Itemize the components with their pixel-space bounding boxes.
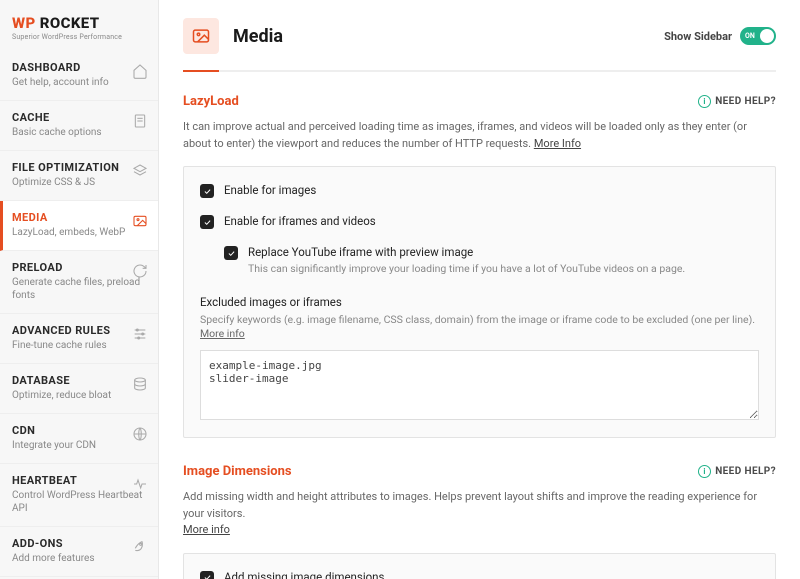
sidebar-item-media[interactable]: MEDIA LazyLoad, embeds, WebP	[0, 201, 158, 251]
more-info-link[interactable]: More info	[183, 523, 230, 536]
logo-tagline: Superior WordPress Performance	[12, 33, 146, 41]
checkbox-enable-iframes[interactable]	[200, 215, 214, 229]
sidebar-nav: DASHBOARD Get help, account info CACHE B…	[0, 51, 158, 579]
imgdim-description: Add missing width and height attributes …	[183, 489, 776, 539]
need-help-link[interactable]: i NEED HELP?	[698, 465, 776, 478]
sidebar-item-dashboard[interactable]: DASHBOARD Get help, account info	[0, 51, 158, 101]
need-help-link[interactable]: i NEED HELP?	[698, 95, 776, 108]
sidebar-item-preload[interactable]: PRELOAD Generate cache files, preload fo…	[0, 251, 158, 314]
page-title: Media	[233, 26, 664, 47]
help-icon: i	[698, 95, 711, 108]
checkbox-enable-images[interactable]	[200, 184, 214, 198]
checkbox-label: Replace YouTube iframe with preview imag…	[248, 245, 685, 259]
lazyload-panel: Enable for images Enable for iframes and…	[183, 166, 776, 438]
show-sidebar-toggle[interactable]: ON	[740, 27, 776, 45]
heartbeat-icon	[132, 476, 148, 492]
sidebar-item-database[interactable]: DATABASE Optimize, reduce bloat	[0, 364, 158, 414]
sliders-icon	[132, 326, 148, 342]
checkbox-label: Enable for iframes and videos	[224, 214, 376, 228]
checkbox-sublabel: This can significantly improve your load…	[248, 262, 685, 277]
checkbox-label: Add missing image dimensions	[224, 570, 384, 579]
imgdim-panel: Add missing image dimensions	[183, 553, 776, 579]
section-title-image-dimensions: Image Dimensions	[183, 464, 698, 479]
sidebar-item-addons[interactable]: ADD-ONS Add more features	[0, 527, 158, 577]
sidebar-item-advanced-rules[interactable]: ADVANCED RULES Fine-tune cache rules	[0, 314, 158, 364]
excluded-textarea[interactable]	[200, 350, 759, 420]
excluded-desc: Specify keywords (e.g. image filename, C…	[200, 313, 759, 342]
rocket-icon	[132, 539, 148, 555]
page-header: Media Show Sidebar ON	[159, 0, 800, 54]
file-icon	[132, 113, 148, 129]
checkbox-youtube-preview[interactable]	[224, 246, 238, 260]
sidebar-item-heartbeat[interactable]: HEARTBEAT Control WordPress Heartbeat AP…	[0, 464, 158, 527]
database-icon	[132, 376, 148, 392]
checkbox-add-dimensions[interactable]	[200, 571, 214, 579]
sidebar-item-cdn[interactable]: CDN Integrate your CDN	[0, 414, 158, 464]
sidebar: WP ROCKET Superior WordPress Performance…	[0, 0, 159, 579]
excluded-label: Excluded images or iframes	[200, 295, 759, 309]
more-info-link[interactable]: More Info	[534, 137, 581, 150]
more-info-link[interactable]: More info	[200, 327, 245, 340]
tab-indicator	[183, 70, 776, 72]
help-icon: i	[698, 465, 711, 478]
image-icon	[132, 213, 148, 229]
logo: WP ROCKET Superior WordPress Performance	[0, 0, 158, 51]
refresh-icon	[132, 263, 148, 279]
media-header-icon	[183, 18, 219, 54]
globe-icon	[132, 426, 148, 442]
home-icon	[132, 63, 148, 79]
show-sidebar-label: Show Sidebar	[664, 30, 732, 43]
sidebar-item-cache[interactable]: CACHE Basic cache options	[0, 101, 158, 151]
lazyload-description: It can improve actual and perceived load…	[183, 119, 776, 152]
section-title-lazyload: LazyLoad	[183, 94, 698, 109]
main-content: Media Show Sidebar ON LazyLoad i NEED HE…	[159, 0, 800, 579]
checkbox-label: Enable for images	[224, 183, 316, 197]
layers-icon	[132, 163, 148, 179]
sidebar-item-file-optimization[interactable]: FILE OPTIMIZATION Optimize CSS & JS	[0, 151, 158, 201]
